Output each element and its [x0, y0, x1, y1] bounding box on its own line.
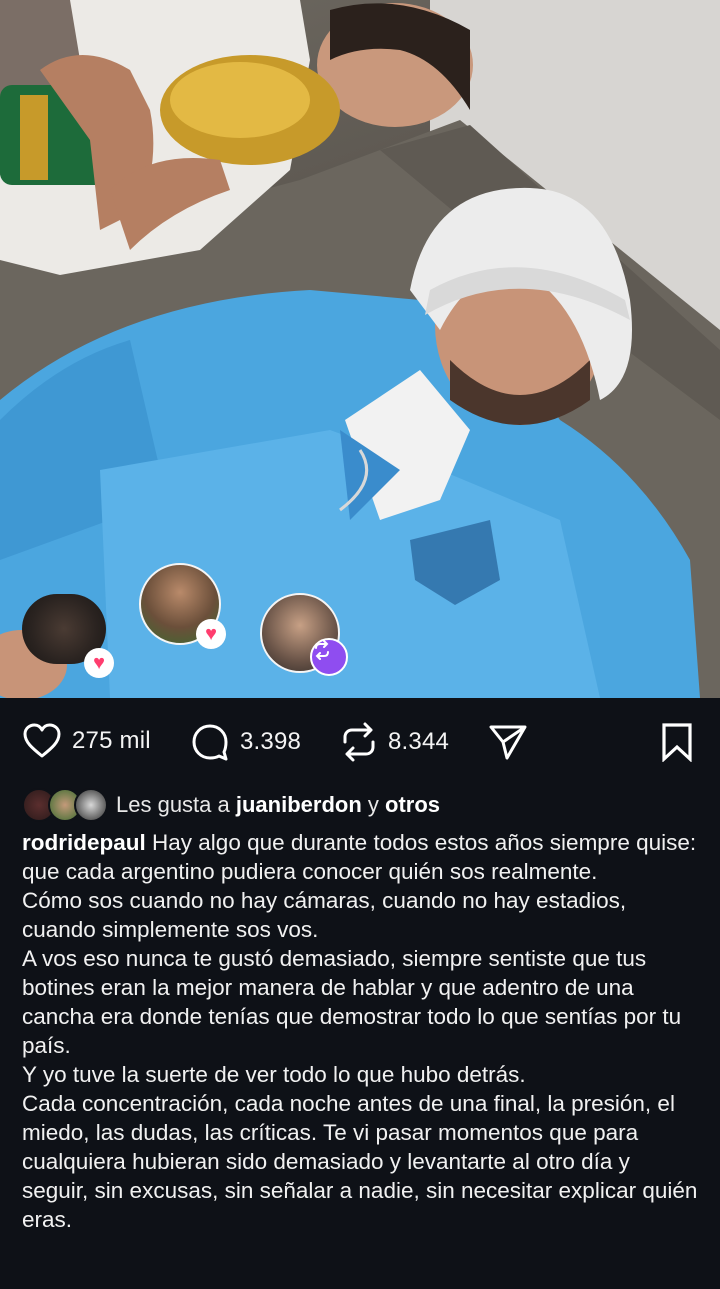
liked-by-connector: y — [367, 792, 379, 817]
caption-paragraph: A vos eso nunca te gustó demasiado, siem… — [22, 946, 682, 1058]
liked-by-prefix: Les gusta a — [116, 792, 230, 817]
photo-illustration — [0, 0, 720, 698]
paper-plane-icon — [488, 722, 528, 762]
repost-count: 8.344 — [388, 728, 450, 755]
caption-username[interactable]: rodridepaul — [22, 830, 146, 855]
caption-paragraph: Y yo tuve la suerte de ver todo lo que h… — [22, 1062, 526, 1087]
comment-bubble-icon — [190, 722, 230, 762]
like-count: 275 mil — [72, 727, 151, 754]
liked-by-text: Les gusta a juaniberdon y otros — [116, 792, 440, 818]
bookmark-icon — [660, 722, 694, 762]
comment-button[interactable]: 3.398 — [190, 722, 301, 762]
post-actions-bar: 275 mil 3.398 8.344 — [0, 698, 720, 788]
caption-paragraph: Cómo sos cuando no hay cámaras, cuando n… — [22, 888, 627, 942]
post-photo[interactable]: ♥ ♥ — [0, 0, 720, 698]
heart-badge-icon: ♥ — [84, 648, 114, 678]
repost-button[interactable]: 8.344 — [340, 722, 449, 762]
heart-icon — [22, 722, 62, 760]
repost-badge-icon — [310, 638, 348, 676]
liked-by-user[interactable]: juaniberdon — [236, 792, 362, 817]
like-button[interactable]: 275 mil — [22, 722, 151, 760]
comment-count: 3.398 — [240, 728, 302, 755]
save-button[interactable] — [660, 722, 694, 762]
heart-badge-icon: ♥ — [196, 619, 226, 649]
liked-by-row[interactable]: Les gusta a juaniberdon y otros — [22, 787, 440, 823]
caption-paragraph: Cada concentración, cada noche antes de … — [22, 1091, 698, 1232]
repost-arrows-icon — [340, 722, 378, 762]
caption-paragraph: rodridepaul Hay algo que durante todos e… — [22, 828, 702, 886]
liker-avatar-3 — [74, 788, 108, 822]
share-button[interactable] — [488, 722, 528, 762]
post-caption: rodridepaul Hay algo que durante todos e… — [22, 828, 702, 1234]
liked-by-others[interactable]: otros — [385, 792, 440, 817]
